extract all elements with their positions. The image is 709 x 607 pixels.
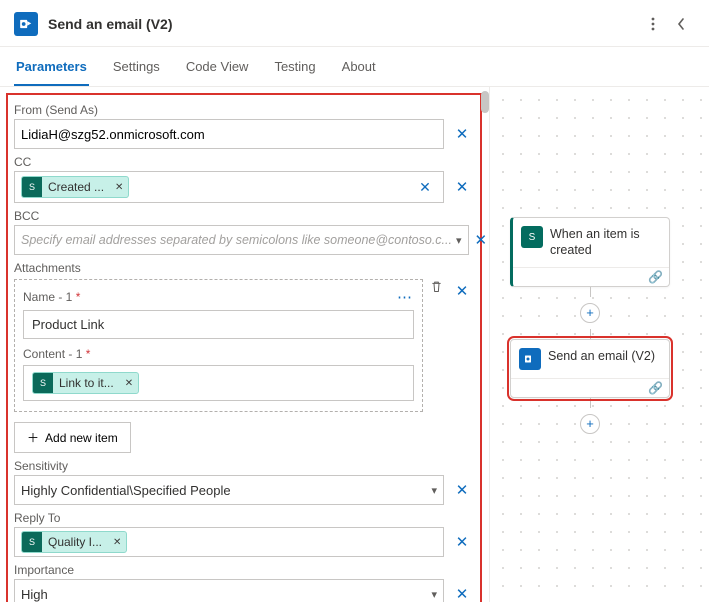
more-button[interactable]	[639, 10, 667, 38]
attachments-clear[interactable]: ✕	[450, 279, 474, 303]
link-icon: 🔗	[648, 381, 663, 395]
bcc-placeholder: Specify email addresses separated by sem…	[21, 233, 452, 247]
panel-title: Send an email (V2)	[48, 16, 639, 32]
sharepoint-icon: S	[22, 531, 42, 553]
att-more-button[interactable]: ⋯	[397, 288, 414, 306]
cc-token-text: Created ...	[42, 180, 110, 194]
cc-input-box[interactable]: S Created ... ✕ ✕	[14, 171, 444, 203]
att-content-token-text: Link to it...	[53, 376, 120, 390]
replyto-token[interactable]: S Quality I... ✕	[21, 531, 127, 553]
panel-header: Send an email (V2)	[0, 0, 709, 47]
attachments-label: Attachments	[14, 259, 474, 277]
importance-clear[interactable]: ✕	[450, 582, 474, 602]
trigger-title: When an item is created	[550, 226, 661, 259]
from-input-box[interactable]	[14, 119, 444, 149]
cc-token[interactable]: S Created ... ✕	[21, 176, 129, 198]
bcc-input-box[interactable]: Specify email addresses separated by sem…	[14, 225, 469, 255]
importance-select[interactable]: High ▾	[14, 579, 444, 602]
collapse-button[interactable]	[667, 10, 695, 38]
sensitivity-value: Highly Confidential\Specified People	[21, 483, 427, 498]
att-delete-button[interactable]	[429, 277, 444, 294]
attachments-item: Name - 1 * ⋯ Product Link Content - 1 * …	[14, 279, 423, 412]
from-label: From (Send As)	[14, 101, 474, 119]
replyto-clear[interactable]: ✕	[450, 530, 474, 554]
chevron-down-icon[interactable]: ▾	[427, 588, 437, 601]
sensitivity-clear[interactable]: ✕	[450, 478, 474, 502]
scrollbar[interactable]	[481, 91, 489, 113]
tab-about[interactable]: About	[340, 47, 378, 86]
att-name-label: Name - 1	[23, 290, 72, 304]
cc-label: CC	[14, 153, 474, 171]
sharepoint-icon: S	[33, 372, 53, 394]
connector	[590, 329, 591, 339]
required-mark: *	[76, 290, 81, 304]
plus-icon: ＋	[27, 429, 39, 446]
outlook-icon	[14, 12, 38, 36]
replyto-token-remove[interactable]: ✕	[108, 537, 126, 548]
sensitivity-label: Sensitivity	[14, 457, 474, 475]
cc-clear[interactable]: ✕	[450, 175, 474, 199]
att-content-token-remove[interactable]: ✕	[120, 378, 138, 389]
bcc-clear[interactable]: ✕	[475, 228, 488, 252]
att-content-label: Content - 1	[23, 347, 82, 361]
tab-parameters[interactable]: Parameters	[14, 47, 89, 86]
replyto-label: Reply To	[14, 509, 474, 527]
connector	[590, 398, 591, 408]
sharepoint-icon: S	[521, 226, 543, 248]
sensitivity-select[interactable]: Highly Confidential\Specified People ▾	[14, 475, 444, 505]
sharepoint-icon: S	[22, 176, 42, 198]
trigger-node[interactable]: S When an item is created 🔗	[510, 217, 670, 287]
tab-codeview[interactable]: Code View	[184, 47, 251, 86]
add-item-button[interactable]: ＋ Add new item	[14, 422, 131, 453]
add-step-button[interactable]: +	[580, 414, 600, 434]
link-icon: 🔗	[648, 270, 663, 284]
importance-value: High	[21, 587, 427, 602]
from-clear[interactable]: ✕	[450, 122, 474, 146]
add-step-button[interactable]: +	[580, 303, 600, 323]
tab-bar: Parameters Settings Code View Testing Ab…	[0, 47, 709, 87]
required-mark: *	[86, 347, 91, 361]
bcc-label: BCC	[14, 207, 474, 225]
outlook-icon	[519, 348, 541, 370]
tab-settings[interactable]: Settings	[111, 47, 162, 86]
att-name-input[interactable]: Product Link	[23, 310, 414, 339]
action-node[interactable]: Send an email (V2) 🔗	[510, 339, 670, 398]
tab-testing[interactable]: Testing	[272, 47, 317, 86]
att-content-token[interactable]: S Link to it... ✕	[32, 372, 139, 394]
action-title: Send an email (V2)	[548, 348, 655, 364]
importance-label: Importance	[14, 561, 474, 579]
chevron-down-icon[interactable]: ▾	[427, 484, 437, 497]
att-content-input[interactable]: S Link to it... ✕	[23, 365, 414, 401]
cc-token-remove[interactable]: ✕	[110, 182, 128, 193]
parameter-panel: From (Send As) ✕ CC S Created ...	[0, 87, 490, 602]
chevron-down-icon[interactable]: ▾	[452, 234, 462, 247]
cc-clear-inner[interactable]: ✕	[413, 175, 437, 199]
add-item-label: Add new item	[45, 431, 118, 445]
from-input[interactable]	[21, 127, 437, 142]
connector	[590, 287, 591, 297]
flow-canvas[interactable]: S When an item is created 🔗 + Send an em…	[490, 87, 709, 602]
replyto-input-box[interactable]: S Quality I... ✕	[14, 527, 444, 557]
replyto-token-text: Quality I...	[42, 535, 108, 549]
